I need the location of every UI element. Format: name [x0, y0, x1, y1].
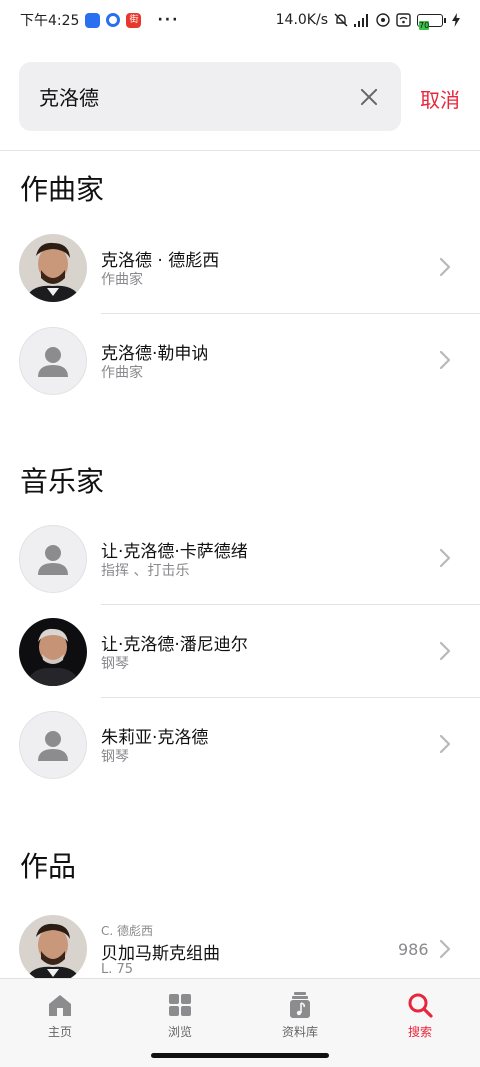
library-icon — [290, 992, 310, 1018]
chevron-right-icon — [439, 641, 451, 661]
chevron-right-icon — [439, 350, 451, 370]
tab-label: 资料库 — [281, 1025, 318, 1039]
network-speed: 14.0K/s — [275, 12, 328, 28]
chevron-right-icon — [439, 734, 451, 754]
composer-role: 作曲家 — [101, 272, 143, 288]
work-catalog: L. 75 — [101, 962, 134, 977]
battery-level: 70 — [419, 20, 430, 30]
search-input[interactable]: 克洛德 — [39, 82, 99, 111]
mute-bell-icon — [334, 13, 348, 27]
tab-home[interactable]: 主页 — [20, 991, 100, 1040]
avatar-debussy — [19, 234, 87, 302]
person-icon — [38, 545, 68, 575]
home-indicator[interactable] — [151, 1053, 329, 1058]
grid-icon — [169, 994, 191, 1016]
street-app-icon: 街 — [126, 12, 142, 28]
person-icon — [38, 347, 68, 377]
musician-role: 钢琴 — [101, 656, 129, 672]
status-right: 14.0K/s 70 — [275, 12, 460, 30]
section-title-musicians: 音乐家 — [20, 465, 105, 498]
tab-search[interactable]: 搜索 — [380, 991, 460, 1040]
row-divider — [101, 313, 480, 314]
home-icon — [49, 995, 71, 1016]
composer-name: 克洛德·勒申讷 — [101, 344, 209, 364]
avatar-debussy — [19, 915, 87, 983]
musician-name: 让·克洛德·潘尼迪尔 — [101, 635, 248, 655]
wifi-icon — [396, 13, 411, 27]
search-field[interactable]: 克洛德 — [19, 62, 401, 131]
browser-app-icon — [106, 13, 121, 27]
status-bar: 下午4:25 街 ··· 14.0K/s 70 — [0, 0, 480, 40]
list-item-composer[interactable]: 克洛德·勒申讷 作曲家 — [0, 315, 480, 407]
chevron-right-icon — [439, 939, 451, 959]
avatar-placeholder — [19, 711, 87, 779]
composer-name: 克洛德 · 德彪西 — [101, 251, 220, 271]
shield-app-icon — [85, 12, 101, 28]
musician-name: 朱莉亚·克洛德 — [101, 728, 209, 748]
row-divider — [101, 697, 480, 698]
section-title-composers: 作曲家 — [20, 173, 105, 206]
cancel-button[interactable]: 取消 — [420, 84, 460, 113]
list-item-musician[interactable]: 朱莉亚·克洛德 钢琴 — [0, 699, 480, 791]
chevron-right-icon — [439, 548, 451, 568]
avatar-pianist — [19, 618, 87, 686]
list-item-musician[interactable]: 让·克洛德·潘尼迪尔 钢琴 — [0, 606, 480, 698]
signal-icon — [354, 13, 368, 27]
composer-role: 作曲家 — [101, 365, 143, 381]
status-time: 下午4:25 — [20, 13, 80, 29]
charging-icon — [452, 13, 460, 27]
list-item-musician[interactable]: 让·克洛德·卡萨德绪 指挥 、打击乐 — [0, 513, 480, 605]
battery-icon: 70 — [417, 13, 446, 30]
work-composer: C. 德彪西 — [101, 924, 154, 938]
tab-label: 主页 — [47, 1025, 72, 1039]
musician-name: 让·克洛德·卡萨德绪 — [101, 542, 248, 562]
status-left: 下午4:25 街 ··· — [20, 10, 179, 30]
avatar-placeholder — [19, 327, 87, 395]
work-count: 986 — [398, 940, 429, 959]
row-divider — [101, 604, 480, 605]
person-icon — [38, 731, 68, 761]
work-title: 贝加马斯克组曲 — [101, 944, 220, 964]
tab-label: 浏览 — [167, 1025, 192, 1039]
avatar-placeholder — [19, 525, 87, 593]
tab-browse[interactable]: 浏览 — [140, 991, 220, 1040]
header-divider — [0, 150, 480, 151]
clear-search-icon[interactable] — [357, 85, 381, 109]
search-icon — [408, 993, 433, 1018]
musician-role: 指挥 、打击乐 — [101, 563, 190, 579]
chevron-right-icon — [439, 257, 451, 277]
section-title-works: 作品 — [20, 850, 77, 883]
list-item-composer[interactable]: 克洛德 · 德彪西 作曲家 — [0, 222, 480, 314]
hotspot-icon — [376, 13, 390, 27]
tab-library[interactable]: 资料库 — [260, 991, 340, 1040]
more-notifications-icon: ··· — [157, 12, 180, 28]
musician-role: 钢琴 — [101, 749, 129, 765]
tab-label: 搜索 — [407, 1025, 432, 1039]
